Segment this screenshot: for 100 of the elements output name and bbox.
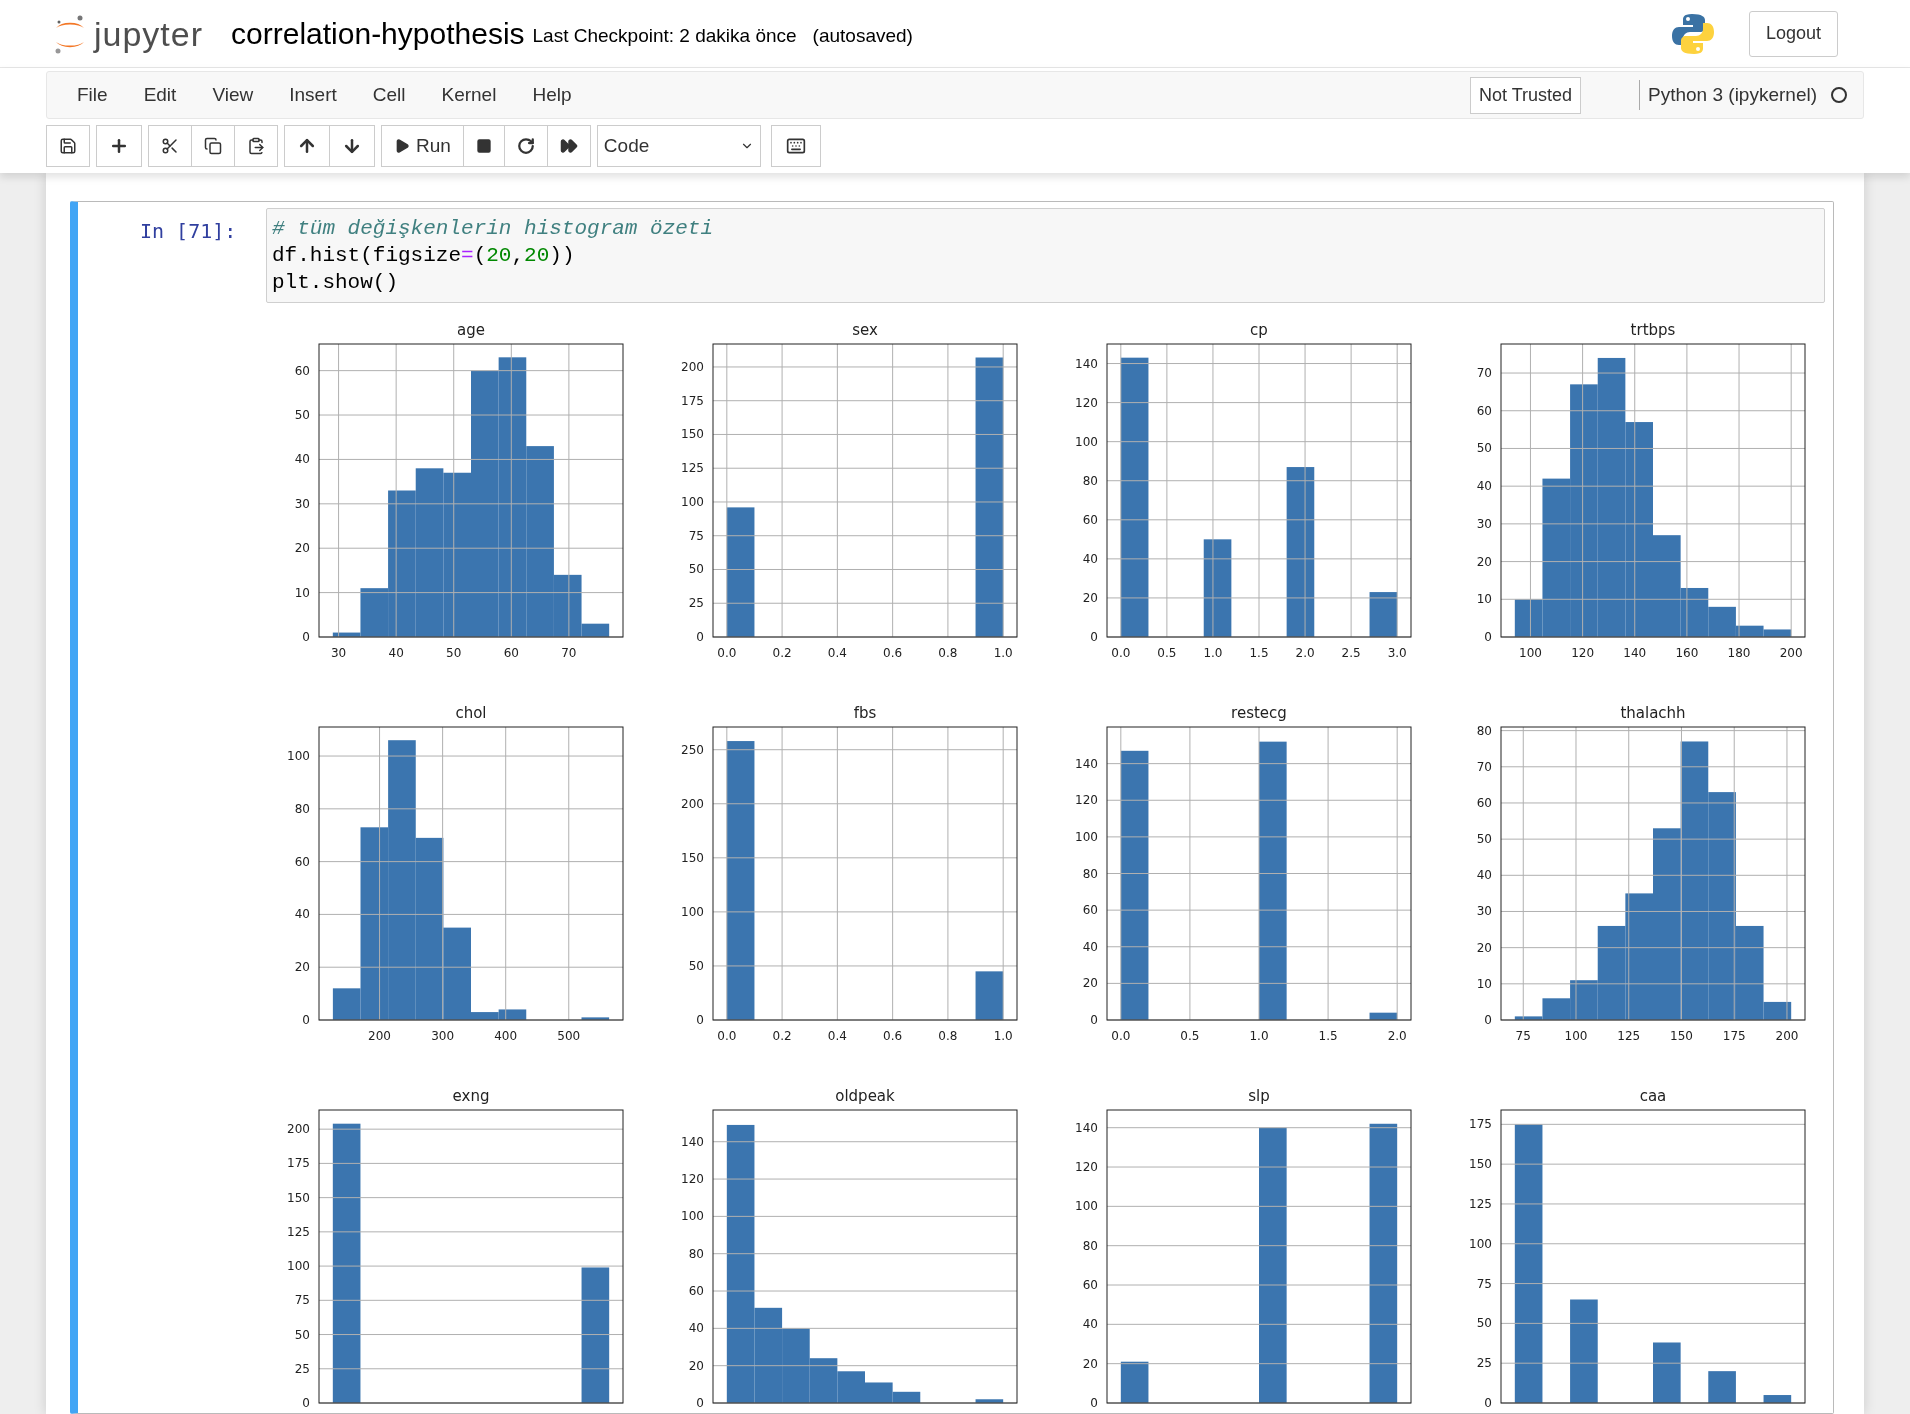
y-tick-label: 20	[1082, 1356, 1098, 1371]
trust-indicator[interactable]: Not Trusted	[1470, 76, 1582, 114]
y-tick-label: 70	[1476, 366, 1492, 381]
chart-title: fbs	[853, 704, 877, 722]
x-tick-label: 0.0	[717, 1029, 737, 1043]
y-tick-label: 60	[1476, 403, 1492, 418]
plus-icon	[109, 136, 129, 156]
logout-button[interactable]: Logout	[1748, 10, 1838, 57]
y-tick-label: 80	[294, 801, 310, 816]
y-tick-label: 200	[681, 796, 704, 811]
y-tick-label: 50	[294, 1327, 310, 1342]
histogram-bar	[975, 1399, 1004, 1403]
x-tick-label: 60	[503, 646, 519, 660]
y-tick-label: 150	[287, 1190, 310, 1205]
y-tick-label: 100	[681, 1209, 704, 1224]
x-tick-label: 0.2	[772, 1029, 792, 1043]
code-cell[interactable]	[70, 201, 1834, 1414]
keyboard-shortcuts-button[interactable]	[770, 125, 821, 167]
y-tick-label: 0	[1090, 1013, 1098, 1027]
histogram-bar	[498, 1009, 527, 1020]
y-tick-label: 100	[287, 749, 310, 764]
y-tick-label: 80	[1082, 1238, 1098, 1253]
menu-item[interactable]: Help	[514, 80, 590, 110]
restart-run-all-button[interactable]	[546, 125, 591, 167]
x-tick-label: 0.5	[1180, 1029, 1200, 1043]
input-prompt: In [71]:	[140, 218, 238, 245]
save-button[interactable]	[46, 125, 90, 167]
y-tick-label: 50	[294, 408, 310, 423]
y-tick-label: 40	[1476, 479, 1492, 494]
x-tick-label: 120	[1571, 646, 1595, 660]
x-tick-label: 0.0	[1111, 1029, 1131, 1043]
y-tick-label: 60	[1082, 512, 1098, 527]
x-tick-label: 3.0	[1387, 646, 1407, 660]
y-tick-label: 30	[1476, 904, 1492, 919]
x-tick-label: 100	[1564, 1029, 1588, 1043]
x-tick-label: 75	[1515, 1029, 1531, 1043]
x-tick-label: 0.0	[717, 646, 737, 660]
x-tick-label: 1.0	[1249, 1029, 1269, 1043]
cut-button[interactable]	[148, 125, 192, 167]
y-tick-label: 25	[1476, 1356, 1492, 1371]
y-tick-label: 100	[1469, 1236, 1492, 1251]
y-tick-label: 40	[294, 907, 310, 922]
y-tick-label: 150	[681, 850, 704, 865]
stop-button[interactable]	[462, 125, 505, 167]
x-tick-label: 50	[446, 646, 462, 660]
jupyter-wordmark[interactable]: jupyter	[94, 16, 204, 51]
y-tick-label: 120	[681, 1172, 704, 1187]
copy-button[interactable]	[191, 125, 235, 167]
histogram-bar	[1120, 1361, 1149, 1403]
y-tick-label: 0	[302, 1013, 310, 1027]
chart-title: restecg	[1231, 704, 1287, 722]
histogram-bar	[581, 1017, 610, 1020]
paste-button[interactable]	[234, 125, 278, 167]
menu-item[interactable]: Edit	[125, 80, 195, 110]
y-tick-label: 200	[287, 1122, 310, 1137]
y-tick-label: 120	[1075, 395, 1098, 410]
y-tick-label: 40	[688, 1321, 704, 1336]
x-tick-label: 160	[1675, 646, 1699, 660]
y-tick-label: 100	[681, 904, 704, 919]
save-icon	[59, 137, 77, 155]
y-tick-label: 50	[1476, 832, 1492, 847]
x-tick-label: 0.4	[827, 1029, 847, 1043]
y-tick-label: 125	[287, 1224, 310, 1239]
move-up-button[interactable]	[284, 125, 330, 167]
arrow-down-icon	[342, 136, 362, 156]
y-tick-label: 0	[696, 1396, 704, 1410]
y-tick-label: 175	[287, 1156, 310, 1171]
menu-item[interactable]: Insert	[271, 80, 355, 110]
chart-title: thalachh	[1620, 704, 1686, 722]
stop-icon	[475, 138, 492, 154]
y-tick-label: 0	[1090, 630, 1098, 644]
menu-item[interactable]: File	[59, 80, 126, 110]
y-tick-label: 50	[688, 958, 704, 973]
y-tick-label: 0	[1484, 1013, 1492, 1027]
y-tick-label: 175	[681, 393, 704, 408]
copy-icon	[204, 137, 222, 155]
y-tick-label: 60	[688, 1284, 704, 1299]
fast-forward-icon	[559, 137, 578, 155]
y-tick-label: 70	[1476, 759, 1492, 774]
notebook-name[interactable]: correlation-hypothesis	[231, 11, 525, 56]
move-down-button[interactable]	[329, 125, 375, 167]
y-tick-label: 40	[1476, 868, 1492, 883]
cell-type-select[interactable]: Code	[596, 125, 761, 167]
code-editor[interactable]: # tüm değişkenlerin histogram özeti df.hist(figsize=(20,20)) plt.show()	[266, 208, 1825, 303]
x-tick-label: 200	[1779, 646, 1803, 660]
x-tick-label: 2.0	[1387, 1029, 1407, 1043]
insert-cell-button[interactable]	[96, 125, 142, 167]
y-tick-label: 120	[1075, 793, 1098, 808]
histogram-bar	[1763, 1395, 1792, 1403]
y-tick-label: 0	[696, 1013, 704, 1027]
restart-button[interactable]	[503, 125, 548, 167]
y-tick-label: 40	[1082, 939, 1098, 954]
menu-item[interactable]: Kernel	[423, 80, 515, 110]
x-tick-label: 125	[1617, 1029, 1641, 1043]
menu-item[interactable]: View	[194, 80, 272, 110]
y-tick-label: 25	[688, 596, 704, 611]
y-tick-label: 80	[1476, 723, 1492, 738]
menu-item[interactable]: Cell	[354, 80, 424, 110]
y-tick-label: 50	[1476, 1316, 1492, 1331]
run-button[interactable]: Run	[381, 125, 464, 167]
